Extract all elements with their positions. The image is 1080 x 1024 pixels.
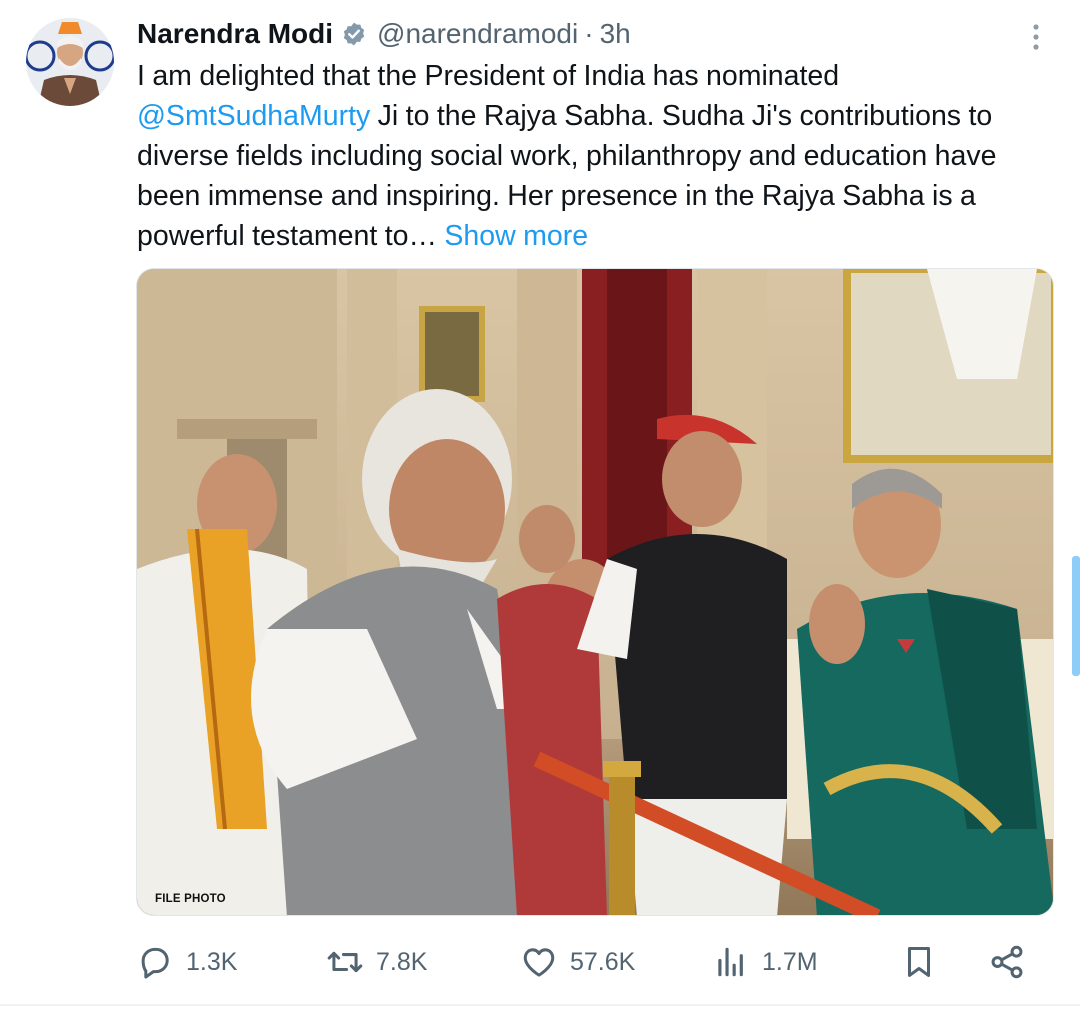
action-bar: 1.3K 7.8K 57.6K 1.7M <box>136 938 1036 986</box>
reply-icon <box>141 947 169 979</box>
repost-icon <box>327 951 363 973</box>
handle[interactable]: @narendramodi <box>377 18 578 50</box>
timestamp[interactable]: 3h <box>600 18 631 50</box>
tweet-text: I am delighted that the President of Ind… <box>137 56 1057 256</box>
views-count: 1.7M <box>762 947 818 976</box>
file-photo-label: FILE PHOTO <box>155 893 226 905</box>
bookmark-button[interactable] <box>900 938 938 986</box>
photo-illustration <box>137 269 1053 915</box>
bookmark-icon <box>907 947 931 977</box>
separator-dot: · <box>584 18 594 49</box>
views-button[interactable]: 1.7M <box>712 938 818 986</box>
tweet-text-part1: I am delighted that the President of Ind… <box>137 60 840 92</box>
share-button[interactable] <box>988 938 1026 986</box>
share-icon <box>991 945 1023 979</box>
views-icon <box>718 947 743 977</box>
more-icon[interactable] <box>1026 22 1046 52</box>
reply-button[interactable]: 1.3K <box>136 938 237 986</box>
avatar[interactable] <box>26 18 114 106</box>
display-name[interactable]: Narendra Modi <box>137 18 333 50</box>
tweet-header: Narendra Modi @narendramodi · 3h <box>137 14 631 54</box>
repost-count: 7.8K <box>376 947 428 976</box>
like-icon <box>523 948 555 977</box>
mention-link[interactable]: @SmtSudhaMurty <box>137 100 370 132</box>
reply-count: 1.3K <box>186 947 238 976</box>
tweet-photo[interactable]: FILE PHOTO <box>136 268 1054 916</box>
divider <box>0 1004 1080 1006</box>
show-more-link[interactable]: Show more <box>444 220 588 252</box>
like-count: 57.6K <box>570 947 636 976</box>
scroll-indicator[interactable] <box>1072 556 1080 676</box>
verified-badge-icon <box>343 22 365 46</box>
tweet: Narendra Modi @narendramodi · 3h I am de… <box>0 0 1080 1024</box>
repost-button[interactable]: 7.8K <box>326 938 427 986</box>
like-button[interactable]: 57.6K <box>520 938 635 986</box>
